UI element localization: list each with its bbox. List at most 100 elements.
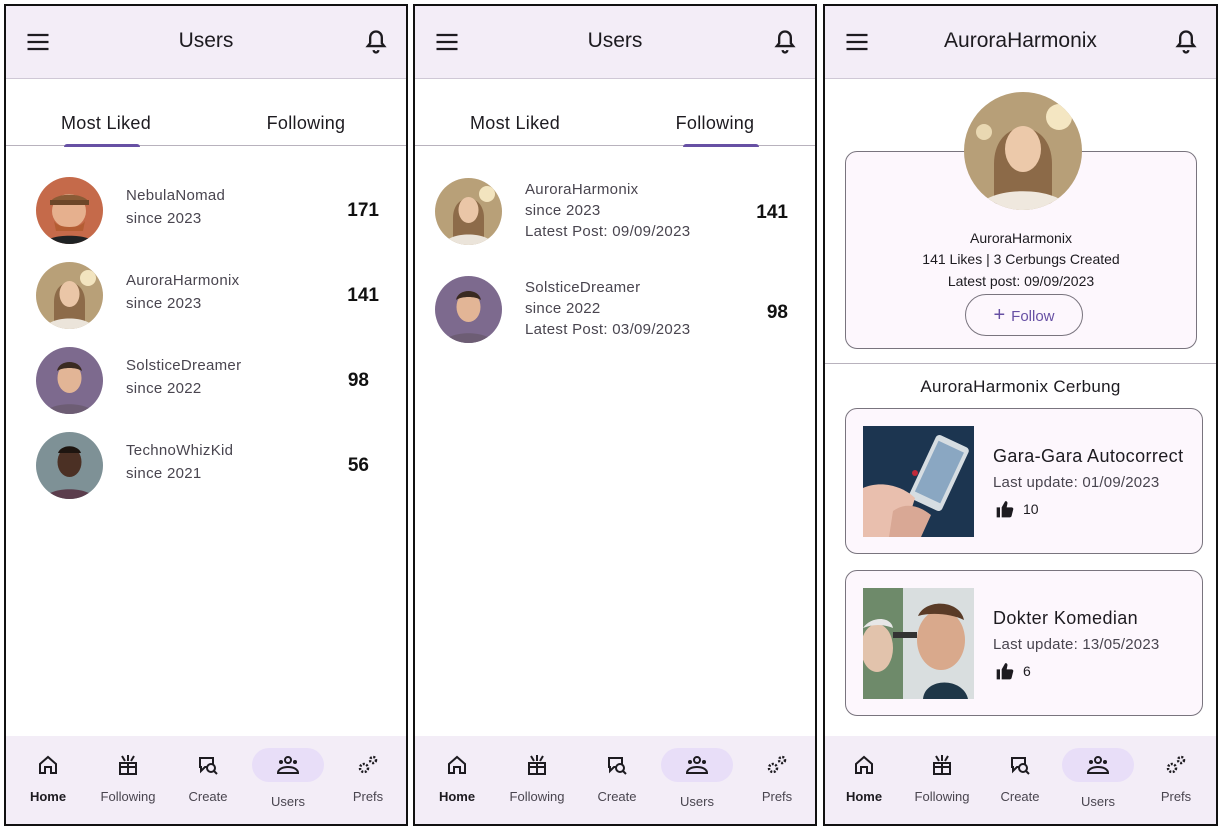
- nav-home[interactable]: Home: [829, 736, 899, 824]
- tab-bar: Most Liked Following: [6, 79, 406, 147]
- profile-stats: 141 Likes | 3 Cerbungs Created: [922, 251, 1120, 267]
- tab-most-liked[interactable]: Most Liked: [6, 79, 206, 147]
- top-app-bar: AuroraHarmonix: [825, 6, 1216, 79]
- nav-create[interactable]: Create: [172, 736, 244, 824]
- bottom-navigation: Home Following Create Users Prefs: [825, 736, 1216, 824]
- tab-following[interactable]: Following: [615, 79, 815, 147]
- users-icon: [685, 756, 709, 774]
- users-icon: [276, 756, 300, 774]
- story-card[interactable]: Dokter Komedian Last update: 13/05/2023 …: [845, 570, 1203, 716]
- nav-users[interactable]: Users: [1062, 736, 1134, 824]
- users-icon: [1086, 756, 1110, 774]
- avatar: [435, 276, 502, 343]
- like-count: 98: [347, 370, 369, 391]
- nav-label: Users: [680, 794, 714, 809]
- menu-icon[interactable]: [24, 28, 52, 56]
- nav-following[interactable]: Following: [501, 736, 573, 824]
- list-item[interactable]: SolsticeDreamer since 2022 98: [6, 344, 406, 424]
- profile-name: AuroraHarmonix: [970, 230, 1072, 246]
- following-icon: [119, 755, 137, 775]
- nav-label: Create: [597, 789, 637, 804]
- users-most-liked-screen: Users Most Liked Following NebulaNomad s…: [4, 4, 408, 826]
- tab-label: Most Liked: [60, 113, 152, 133]
- home-icon: [448, 755, 466, 774]
- username: AuroraHarmonix: [126, 272, 240, 289]
- plus-icon: +: [993, 304, 1006, 326]
- prefs-icon: [358, 755, 378, 774]
- thumbs-up-icon: [996, 501, 1014, 518]
- story-thumbnail: [863, 588, 974, 699]
- bottom-navigation: Home Following Create Users Prefs: [415, 736, 815, 824]
- nav-label: Create: [1000, 789, 1040, 804]
- top-app-bar: Users: [6, 6, 406, 79]
- notification-bell-icon[interactable]: [771, 28, 799, 56]
- notification-bell-icon[interactable]: [362, 28, 390, 56]
- member-since: since 2021: [126, 465, 202, 482]
- story-card[interactable]: Gara-Gara Autocorrect Last update: 01/09…: [845, 408, 1203, 554]
- nav-create[interactable]: Create: [985, 736, 1055, 824]
- nav-label: Following: [509, 789, 565, 804]
- tab-following[interactable]: Following: [206, 79, 406, 146]
- avatar: [36, 347, 103, 414]
- story-last-update: Last update: 13/05/2023: [993, 636, 1160, 653]
- tab-label: Most Liked: [469, 113, 561, 133]
- member-since: since 2022: [525, 300, 601, 317]
- menu-icon[interactable]: [843, 28, 871, 56]
- nav-following[interactable]: Following: [907, 736, 977, 824]
- member-since: since 2023: [126, 295, 202, 312]
- list-item[interactable]: NebulaNomad since 2023 171: [6, 174, 406, 254]
- story-last-update: Last update: 01/09/2023: [993, 474, 1160, 491]
- nav-label: Prefs: [352, 789, 384, 804]
- home-icon: [855, 755, 873, 774]
- follow-button[interactable]: + Follow: [965, 294, 1083, 336]
- nav-create[interactable]: Create: [581, 736, 653, 824]
- following-icon: [528, 755, 546, 775]
- avatar: [36, 432, 103, 499]
- nav-prefs[interactable]: Prefs: [1141, 736, 1211, 824]
- nav-home[interactable]: Home: [12, 736, 84, 824]
- username: SolsticeDreamer: [525, 279, 641, 296]
- list-item[interactable]: AuroraHarmonix since 2023 141: [6, 259, 406, 339]
- nav-label: Following: [914, 789, 970, 804]
- latest-post: Latest Post: 09/09/2023: [525, 223, 691, 240]
- nav-label: Users: [1081, 794, 1115, 809]
- username: SolsticeDreamer: [126, 357, 242, 374]
- nav-label: Home: [438, 789, 476, 804]
- page-title: Users: [587, 29, 643, 52]
- like-count: 10: [1023, 501, 1039, 517]
- user-profile-screen: AuroraHarmonix AuroraHarmonix 141 Likes …: [823, 4, 1218, 826]
- notification-bell-icon[interactable]: [1172, 28, 1200, 56]
- avatar: [36, 177, 103, 244]
- nav-label: Users: [271, 794, 305, 809]
- tab-bar: Most Liked Following: [415, 79, 815, 147]
- list-item[interactable]: SolsticeDreamer since 2022 Latest Post: …: [415, 274, 815, 354]
- thumbs-up-icon: [996, 663, 1014, 680]
- users-following-screen: Users Most Liked Following AuroraHarmoni…: [413, 4, 817, 826]
- nav-label: Create: [188, 789, 228, 804]
- username: TechnoWhizKid: [126, 442, 234, 459]
- username: NebulaNomad: [126, 187, 226, 204]
- bottom-navigation: Home Following Create Users Prefs: [6, 736, 406, 824]
- nav-following[interactable]: Following: [92, 736, 164, 824]
- tab-most-liked[interactable]: Most Liked: [415, 79, 615, 146]
- member-since: since 2023: [126, 210, 202, 227]
- latest-post: Latest Post: 03/09/2023: [525, 321, 691, 338]
- nav-prefs[interactable]: Prefs: [332, 736, 404, 824]
- nav-users[interactable]: Users: [252, 736, 324, 824]
- active-tab-indicator: [64, 144, 140, 147]
- story-title: Dokter Komedian: [993, 608, 1139, 628]
- story-title: Gara-Gara Autocorrect: [993, 446, 1184, 466]
- username: AuroraHarmonix: [525, 181, 639, 198]
- follow-label: Follow: [1011, 308, 1055, 325]
- nav-home[interactable]: Home: [421, 736, 493, 824]
- prefs-icon: [767, 755, 787, 774]
- tab-label: Following: [266, 113, 346, 133]
- nav-prefs[interactable]: Prefs: [741, 736, 813, 824]
- menu-icon[interactable]: [433, 28, 461, 56]
- list-item[interactable]: TechnoWhizKid since 2021 56: [6, 429, 406, 509]
- home-icon: [39, 755, 57, 774]
- avatar: [36, 262, 103, 329]
- top-app-bar: Users: [415, 6, 815, 79]
- nav-users[interactable]: Users: [661, 736, 733, 824]
- list-item[interactable]: AuroraHarmonix since 2023 Latest Post: 0…: [415, 176, 815, 256]
